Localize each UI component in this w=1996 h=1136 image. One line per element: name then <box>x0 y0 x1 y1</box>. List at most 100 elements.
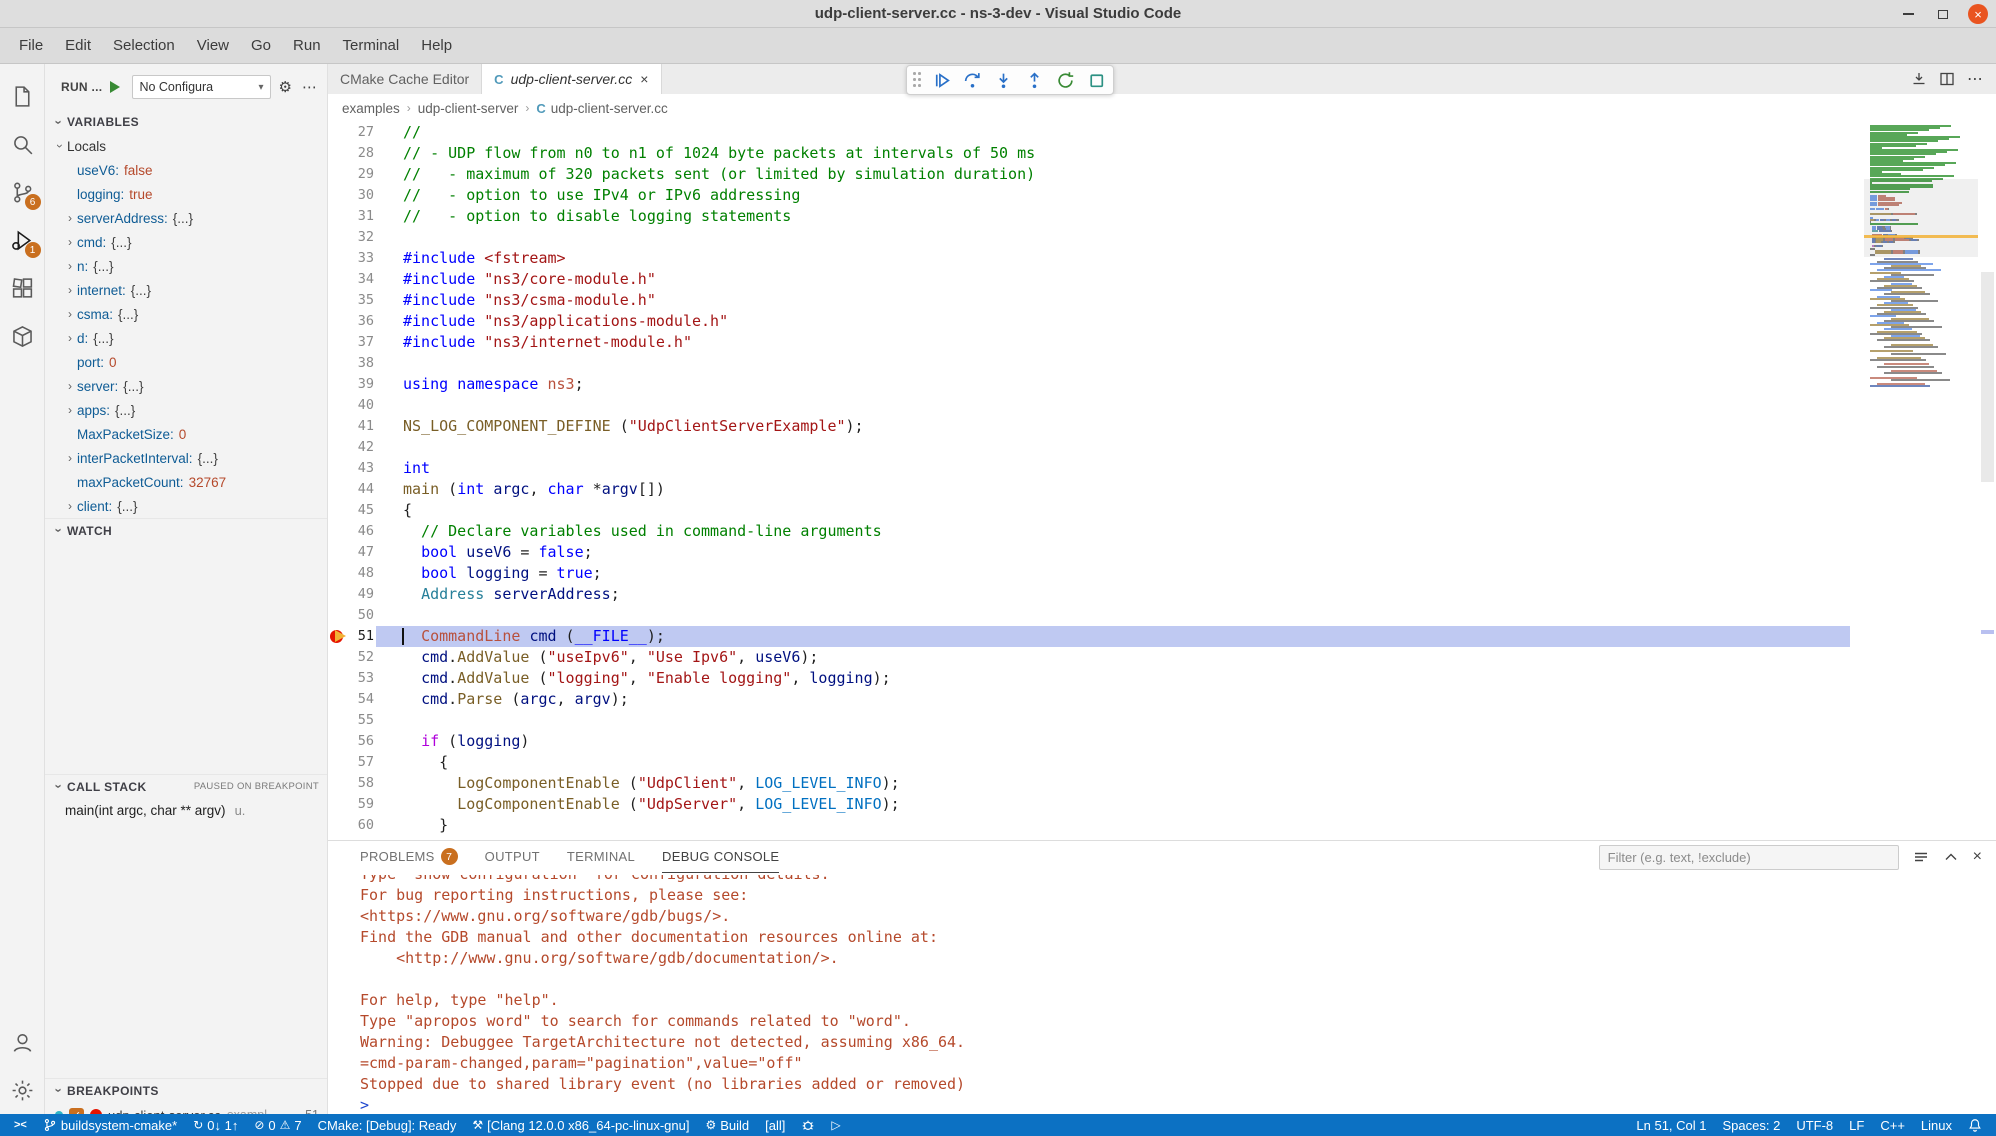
gutter-glyph-margin[interactable] <box>328 290 352 311</box>
code-line[interactable]: 44main (int argc, char *argv[]) <box>328 479 1850 500</box>
variable-row[interactable]: ›cmd:{...} <box>45 230 327 254</box>
gutter-glyph-margin[interactable] <box>328 605 352 626</box>
open-changes-icon[interactable] <box>1911 71 1927 87</box>
line-number[interactable]: 58 <box>352 773 374 794</box>
line-number[interactable]: 27 <box>352 122 374 143</box>
gutter-glyph-margin[interactable] <box>328 227 352 248</box>
code-line[interactable]: 33#include <fstream> <box>328 248 1850 269</box>
gutter-glyph-margin[interactable] <box>328 311 352 332</box>
gutter-glyph-margin[interactable] <box>328 521 352 542</box>
debug-gear-icon[interactable]: ⚙ <box>277 76 294 98</box>
source-control-activity-item[interactable]: 6 <box>0 168 45 216</box>
watch-header[interactable]: › WATCH <box>45 518 327 542</box>
gutter-glyph-margin[interactable] <box>328 563 352 584</box>
line-number[interactable]: 48 <box>352 563 374 584</box>
more-actions-icon[interactable]: ⋯ <box>1967 69 1984 89</box>
line-number[interactable]: 59 <box>352 794 374 815</box>
panel-tab-debug-console[interactable]: DEBUG CONSOLE <box>662 841 779 873</box>
status-lf[interactable]: LF <box>1841 1114 1872 1136</box>
close-panel-icon[interactable]: × <box>1973 848 1982 866</box>
gutter-glyph-margin[interactable] <box>328 689 352 710</box>
code-line[interactable]: 27// <box>328 122 1850 143</box>
menu-item-edit[interactable]: Edit <box>54 32 102 59</box>
line-number[interactable]: 34 <box>352 269 374 290</box>
run-and-debug-activity-item[interactable]: 1 <box>0 216 45 264</box>
tab-cmake-cache-editor[interactable]: CMake Cache Editor <box>328 64 482 94</box>
step-into-button[interactable] <box>992 69 1014 91</box>
line-number[interactable]: 53 <box>352 668 374 689</box>
code-line[interactable]: 32 <box>328 227 1850 248</box>
code-line[interactable]: 59 LogComponentEnable ("UdpServer", LOG_… <box>328 794 1850 815</box>
code-line[interactable]: 29// - maximum of 320 packets sent (or l… <box>328 164 1850 185</box>
restart-button[interactable] <box>1054 69 1076 91</box>
panel-tab-problems[interactable]: PROBLEMS7 <box>360 841 458 873</box>
menu-item-selection[interactable]: Selection <box>102 32 186 59</box>
chevron-up-icon[interactable] <box>1943 849 1959 865</box>
status-utf-8[interactable]: UTF-8 <box>1788 1114 1841 1136</box>
line-number[interactable]: 55 <box>352 710 374 731</box>
minimize-button[interactable] <box>1898 4 1918 24</box>
gutter-glyph-margin[interactable] <box>328 458 352 479</box>
line-number[interactable]: 61 <box>352 836 374 840</box>
gutter-glyph-margin[interactable] <box>328 584 352 605</box>
variable-row[interactable]: MaxPacketSize:0 <box>45 422 327 446</box>
editor-scrollbar[interactable] <box>1978 122 1996 840</box>
gutter-glyph-margin[interactable] <box>328 731 352 752</box>
code-line[interactable]: 41NS_LOG_COMPONENT_DEFINE ("UdpClientSer… <box>328 416 1850 437</box>
gutter-glyph-margin[interactable] <box>328 143 352 164</box>
status-0-1-[interactable]: ↻0↓ 1↑ <box>185 1114 246 1136</box>
code-line[interactable]: 51 CommandLine cmd (__FILE__); <box>328 626 1850 647</box>
status-ln-51-col-1[interactable]: Ln 51, Col 1 <box>1628 1114 1714 1136</box>
stop-button[interactable] <box>1085 69 1107 91</box>
search-activity-item[interactable] <box>0 120 45 168</box>
code-line[interactable]: 60 } <box>328 815 1850 836</box>
variable-row[interactable]: ›server:{...} <box>45 374 327 398</box>
continue-button[interactable] <box>930 69 952 91</box>
code-line[interactable]: 49 Address serverAddress; <box>328 584 1850 605</box>
gutter-glyph-margin[interactable] <box>328 773 352 794</box>
step-over-button[interactable] <box>961 69 983 91</box>
breadcrumb-item[interactable]: Cudp-client-server.cc <box>536 101 667 116</box>
tab-udp-client-server-cc[interactable]: Cudp-client-server.cc× <box>482 64 662 94</box>
debug-console-output[interactable]: Type "show configuration" for configurat… <box>328 873 1996 1114</box>
code-line[interactable]: 52 cmd.AddValue ("useIpv6", "Use Ipv6", … <box>328 647 1850 668</box>
gutter-glyph-margin[interactable] <box>328 332 352 353</box>
line-number[interactable]: 51 <box>352 626 374 647</box>
close-button[interactable]: × <box>1968 4 1988 24</box>
code-line[interactable]: 56 if (logging) <box>328 731 1850 752</box>
package-activity-item[interactable] <box>0 312 45 360</box>
code-line[interactable]: 34#include "ns3/core-module.h" <box>328 269 1850 290</box>
line-number[interactable]: 31 <box>352 206 374 227</box>
line-number[interactable]: 46 <box>352 521 374 542</box>
variable-row[interactable]: ›csma:{...} <box>45 302 327 326</box>
line-number[interactable]: 32 <box>352 227 374 248</box>
code-line[interactable]: 38 <box>328 353 1850 374</box>
start-debug-button[interactable] <box>110 81 126 93</box>
code-line[interactable]: 45{ <box>328 500 1850 521</box>
console-filter-input[interactable] <box>1599 845 1899 870</box>
line-number[interactable]: 35 <box>352 290 374 311</box>
drag-handle-icon[interactable] <box>913 72 921 88</box>
menu-item-run[interactable]: Run <box>282 32 332 59</box>
breadcrumb-item[interactable]: examples <box>342 101 400 116</box>
gutter-glyph-margin[interactable] <box>328 353 352 374</box>
panel-tab-output[interactable]: OUTPUT <box>485 841 540 873</box>
code-line[interactable]: 43int <box>328 458 1850 479</box>
breadcrumb-item[interactable]: udp-client-server <box>418 101 519 116</box>
line-number[interactable]: 47 <box>352 542 374 563</box>
line-number[interactable]: 49 <box>352 584 374 605</box>
gutter-glyph-margin[interactable] <box>328 794 352 815</box>
settings-activity-item[interactable] <box>0 1066 45 1114</box>
status-build[interactable]: ⚙Build <box>697 1114 757 1136</box>
code-line[interactable]: 42 <box>328 437 1850 458</box>
account-activity-item[interactable] <box>0 1018 45 1066</box>
explorer-activity-item[interactable] <box>0 72 45 120</box>
menu-item-terminal[interactable]: Terminal <box>332 32 411 59</box>
gutter-glyph-margin[interactable] <box>328 500 352 521</box>
variable-row[interactable]: ›d:{...} <box>45 326 327 350</box>
minimap[interactable] <box>1864 122 1978 840</box>
code-line[interactable]: 46 // Declare variables used in command-… <box>328 521 1850 542</box>
close-tab-icon[interactable]: × <box>639 71 649 87</box>
minimap-viewport[interactable] <box>1864 179 1978 257</box>
code-line[interactable]: 39using namespace ns3; <box>328 374 1850 395</box>
